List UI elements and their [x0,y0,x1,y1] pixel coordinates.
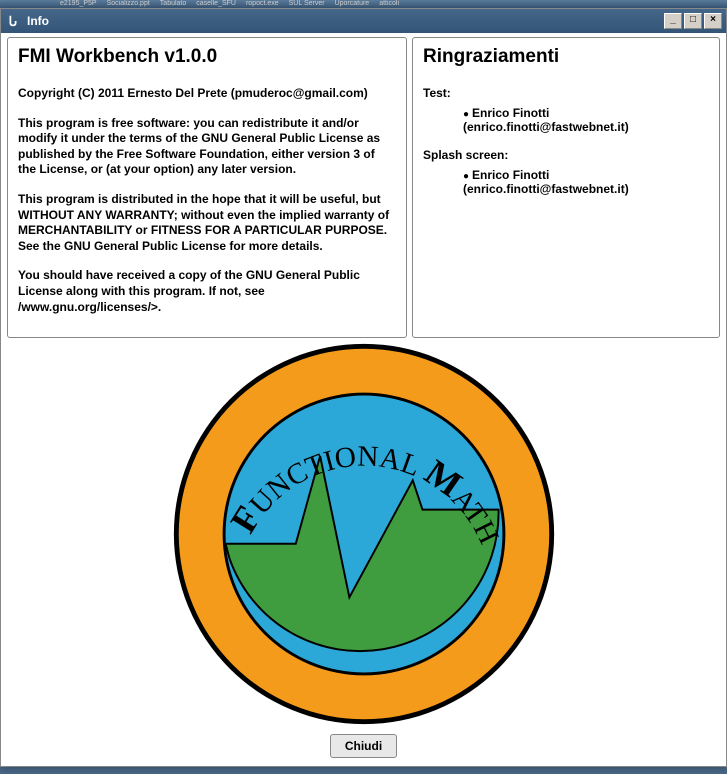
acknowledgements-panel: Ringraziamenti Test: ●Enrico Finotti (en… [412,37,720,338]
license-p3: You should have received a copy of the G… [18,268,396,315]
splash-credit: ●Enrico Finotti (enrico.finotti@fastwebn… [423,168,709,196]
titlebar[interactable]: Info _ □ × [1,9,726,33]
license-p1: This program is free software: you can r… [18,116,396,178]
bullet-icon: ● [463,109,469,120]
content-area: FMI Workbench v1.0.0 Copyright (C) 2011 … [1,33,726,766]
button-row: Chiudi [7,730,720,762]
bullet-icon: ● [463,171,469,182]
minimize-button[interactable]: _ [664,13,682,29]
logo-container: FUNCTIONAL MATHEMATICAL INDEX [7,338,720,730]
close-button[interactable]: Chiudi [330,734,397,758]
ack-title: Ringraziamenti [423,46,709,68]
fmi-logo-icon: FUNCTIONAL MATHEMATICAL INDEX [169,339,559,729]
about-panel: FMI Workbench v1.0.0 Copyright (C) 2011 … [7,37,407,338]
test-label: Test: [423,86,709,100]
test-credit: ●Enrico Finotti (enrico.finotti@fastwebn… [423,106,709,134]
splash-label: Splash screen: [423,148,709,162]
java-icon [5,13,21,29]
app-title: FMI Workbench v1.0.0 [18,46,396,68]
desktop-taskbar: e2195_P5P Socializzo.ppt Tabulato casell… [0,0,727,8]
window-title: Info [27,14,664,28]
info-window: Info _ □ × FMI Workbench v1.0.0 Copyrigh… [0,8,727,767]
window-controls: _ □ × [664,13,722,29]
maximize-button[interactable]: □ [684,13,702,29]
close-window-button[interactable]: × [704,13,722,29]
copyright-text: Copyright (C) 2011 Ernesto Del Prete (pm… [18,86,396,102]
license-p2: This program is distributed in the hope … [18,192,396,254]
